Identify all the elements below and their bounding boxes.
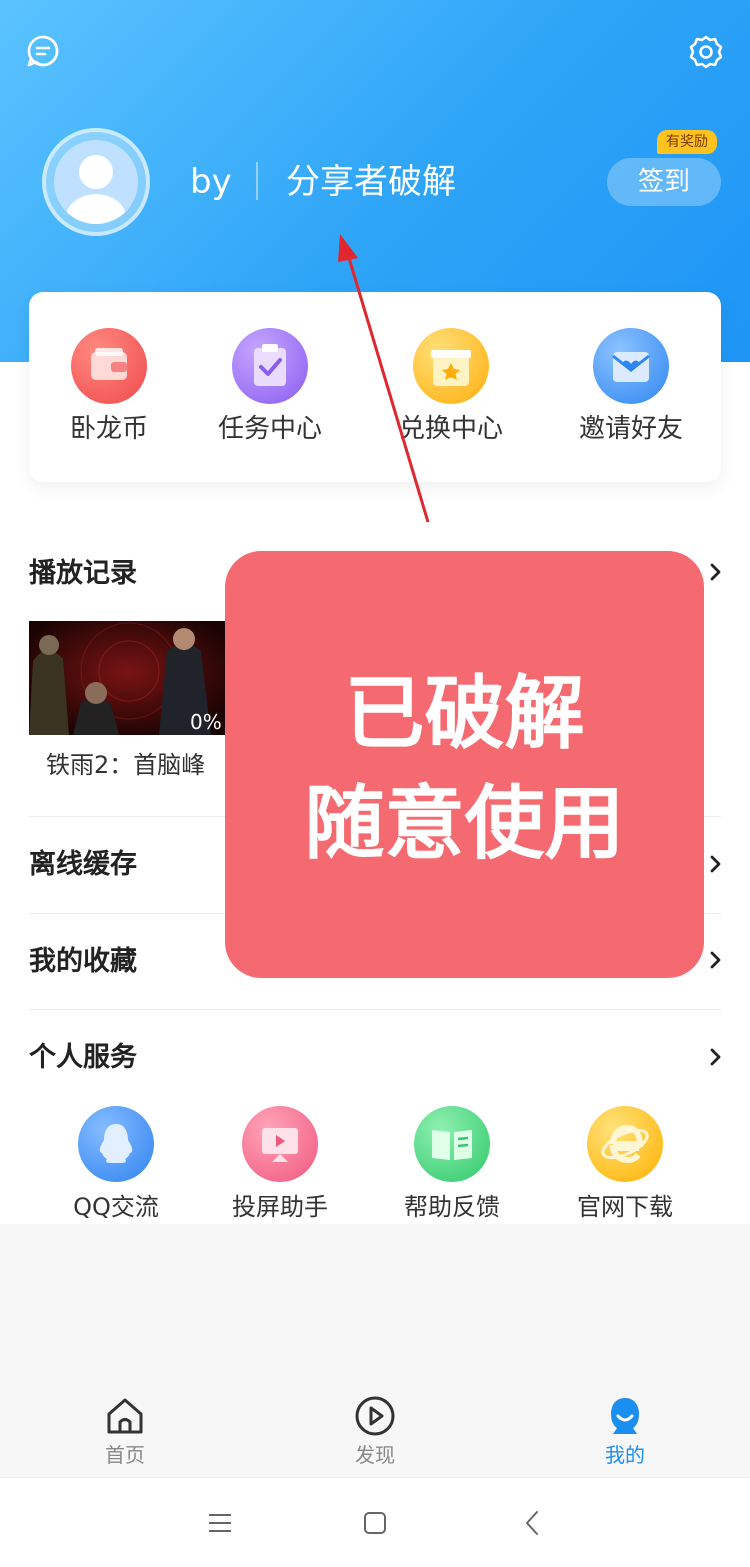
tab-label: 首页 xyxy=(105,1443,145,1467)
invite-icon xyxy=(593,328,669,404)
reward-badge: 有奖励 xyxy=(657,130,717,154)
cracked-overlay-banner: 已破解 随意使用 xyxy=(225,551,704,978)
quick-action-invite[interactable]: 邀请好友 xyxy=(551,292,711,482)
service-qq[interactable]: QQ交流 xyxy=(30,1104,202,1224)
chevron-right-icon[interactable] xyxy=(706,562,726,582)
tab-label: 我的 xyxy=(605,1443,645,1467)
quick-action-label: 卧龙币 xyxy=(69,414,148,444)
service-label: QQ交流 xyxy=(73,1193,159,1221)
tab-mine[interactable]: 我的 xyxy=(565,1394,685,1474)
menu-icon[interactable] xyxy=(205,1508,235,1538)
service-label: 帮助反馈 xyxy=(404,1193,500,1221)
quick-action-label: 邀请好友 xyxy=(578,414,683,444)
wallet-icon xyxy=(71,328,147,404)
username-prefix: by xyxy=(190,162,232,202)
tab-discover[interactable]: 发现 xyxy=(315,1394,435,1474)
qq-icon xyxy=(78,1106,154,1182)
offline-cache-row[interactable]: 离线缓存 xyxy=(29,847,137,883)
quick-action-coins[interactable]: 卧龙币 xyxy=(29,292,189,482)
username: 分享者破解 xyxy=(286,162,456,202)
service-label: 官网下载 xyxy=(577,1193,673,1221)
bottom-tab-bar: 首页 发现 我的 xyxy=(0,1380,750,1477)
tab-home[interactable]: 首页 xyxy=(65,1394,185,1474)
overlay-line-1: 已破解 xyxy=(344,667,585,760)
ie-icon xyxy=(587,1106,663,1182)
history-section-title[interactable]: 播放记录 xyxy=(29,556,137,592)
play-circle-icon xyxy=(355,1396,395,1436)
overlay-line-2: 随意使用 xyxy=(304,777,625,870)
chevron-right-icon[interactable] xyxy=(706,950,726,970)
favorites-row[interactable]: 我的收藏 xyxy=(29,944,137,980)
quick-action-tasks[interactable]: 任务中心 xyxy=(190,292,350,482)
task-icon xyxy=(232,328,308,404)
avatar-silhouette-icon xyxy=(54,140,138,224)
service-cast[interactable]: 投屏助手 xyxy=(194,1104,366,1224)
cast-icon xyxy=(242,1106,318,1182)
system-navigation-bar xyxy=(0,1477,750,1567)
service-label: 投屏助手 xyxy=(232,1193,328,1221)
services-section-title[interactable]: 个人服务 xyxy=(29,1040,137,1076)
divider xyxy=(29,1009,721,1010)
tab-label: 发现 xyxy=(355,1443,395,1467)
message-icon[interactable] xyxy=(26,34,60,68)
avatar[interactable] xyxy=(42,128,150,236)
service-help[interactable]: 帮助反馈 xyxy=(366,1104,538,1224)
chevron-right-icon[interactable] xyxy=(706,854,726,874)
settings-gear-icon[interactable] xyxy=(688,34,724,70)
service-website[interactable]: 官网下载 xyxy=(539,1104,711,1224)
chevron-right-icon[interactable] xyxy=(706,1047,726,1067)
username-divider xyxy=(256,162,258,200)
history-item-title[interactable]: 铁雨2：首脑峰 xyxy=(46,748,205,782)
back-icon[interactable] xyxy=(518,1508,548,1538)
checkin-button[interactable]: 签到 xyxy=(607,158,721,206)
profile-mascot-icon xyxy=(611,1398,639,1434)
home-square-icon[interactable] xyxy=(360,1508,390,1538)
history-progress: 0% xyxy=(190,710,222,734)
home-icon xyxy=(107,1398,143,1434)
annotation-arrow-icon xyxy=(338,234,430,523)
quick-action-label: 任务中心 xyxy=(217,414,322,444)
book-icon xyxy=(414,1106,490,1182)
